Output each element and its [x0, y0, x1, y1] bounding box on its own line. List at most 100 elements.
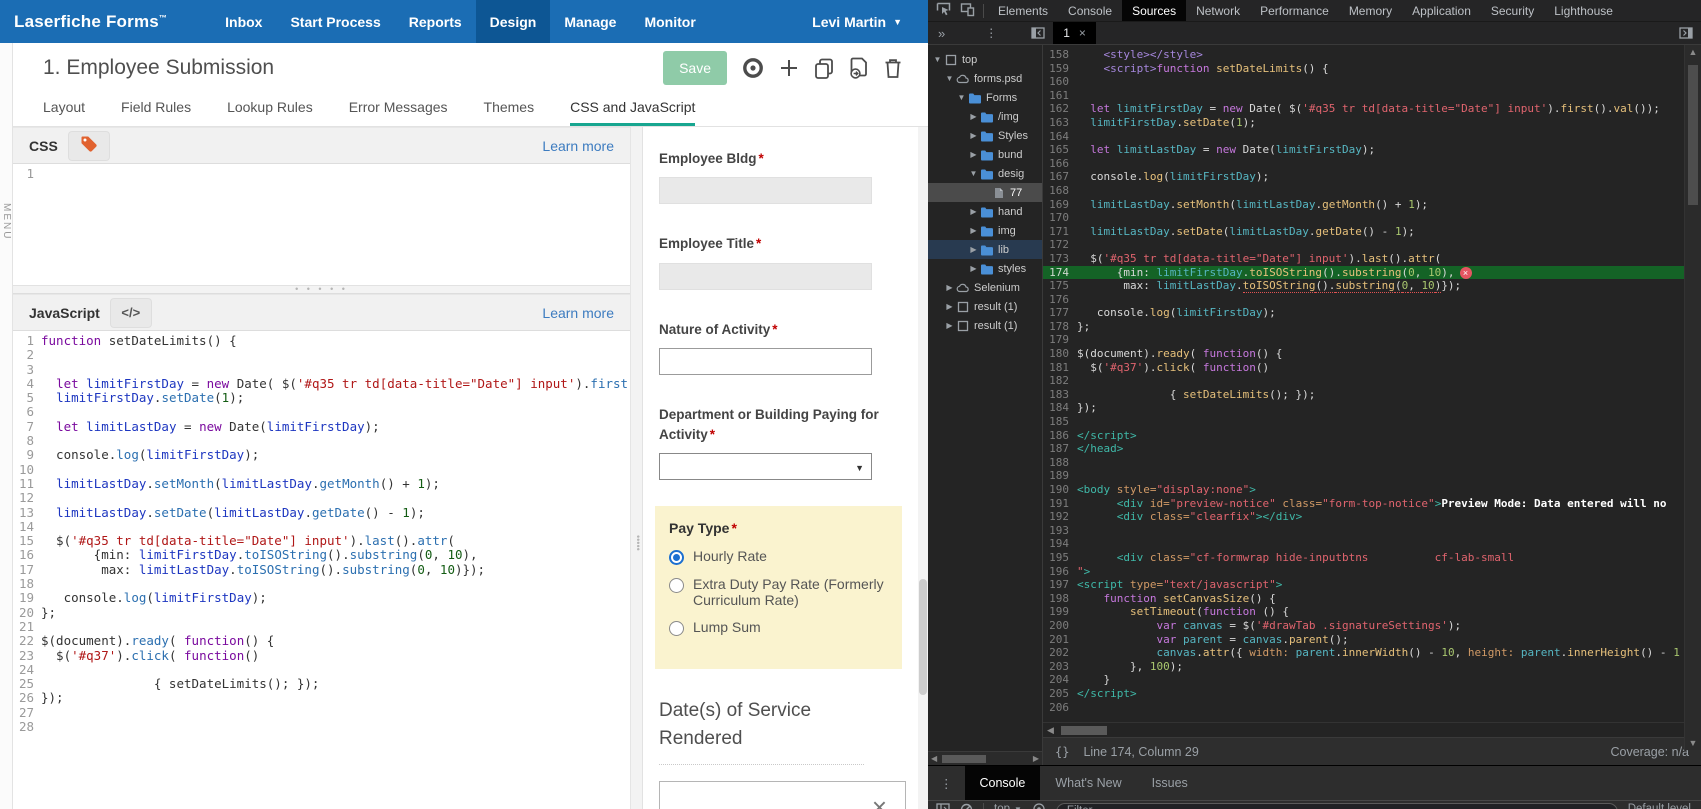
tree-item-result-1[interactable]: ▶ result (1) [928, 316, 1042, 335]
code-line-177[interactable]: 177 console.log(limitFirstDay); [1043, 306, 1701, 320]
disclosure-closed-icon[interactable]: ▶ [968, 150, 979, 159]
code-line-205[interactable]: 205 </script> [1043, 687, 1701, 701]
radio-icon[interactable] [669, 578, 684, 594]
code-line-179[interactable]: 179 [1043, 333, 1701, 347]
tree-item-forms-psd[interactable]: ▼ forms.psd [928, 69, 1042, 88]
tab-themes[interactable]: Themes [484, 93, 535, 126]
code-line-11[interactable]: 11 limitLastDay.setMonth(limitLastDay.ge… [13, 476, 630, 491]
add-button[interactable] [779, 58, 799, 78]
code-line-166[interactable]: 166 [1043, 157, 1701, 171]
tree-item-img[interactable]: ▶ img [928, 221, 1042, 240]
code-line-183[interactable]: 183 { setDateLimits(); }); [1043, 388, 1701, 402]
clear-console-icon[interactable] [960, 803, 973, 809]
code-line-5[interactable]: 5 limitFirstDay.setDate(1); [13, 390, 630, 405]
pay-type-option-lump-sum[interactable]: Lump Sum [669, 619, 889, 637]
scroll-up-icon[interactable]: ▲ [1685, 47, 1701, 57]
code-line-202[interactable]: 202 canvas.attr({ width: parent.innerWid… [1043, 646, 1701, 660]
code-line-8[interactable]: 8 [13, 433, 630, 448]
code-line-206[interactable]: 206 [1043, 701, 1701, 715]
disclosure-closed-icon[interactable]: ▶ [968, 264, 979, 273]
nav-item-design[interactable]: Design [475, 0, 551, 43]
code-line-203[interactable]: 203 }, 100); [1043, 660, 1701, 674]
code-line-21[interactable]: 21 [13, 619, 630, 634]
file-tab-1[interactable]: 1 × [1053, 22, 1096, 44]
code-line-191[interactable]: 191 <div id="preview-notice" class="form… [1043, 497, 1701, 511]
tree-item-styles[interactable]: ▶ Styles [928, 126, 1042, 145]
code-line-192[interactable]: 192 <div class="clearfix"></div> [1043, 510, 1701, 524]
code-line-187[interactable]: 187 </head> [1043, 442, 1701, 456]
tree-item-desig[interactable]: ▼ desig [928, 164, 1042, 183]
user-menu[interactable]: Levi Martin ▼ [812, 0, 928, 43]
radio-icon[interactable] [669, 550, 684, 566]
code-line-12[interactable]: 12 [13, 490, 630, 505]
app-logo[interactable]: Laserfiche Forms™ [0, 0, 167, 43]
devtools-tab-memory[interactable]: Memory [1339, 0, 1402, 21]
js-code-button[interactable]: </> [109, 297, 152, 328]
code-line-1[interactable]: 1 function setDateLimits() { [13, 333, 630, 348]
code-line-7[interactable]: 7 let limitLastDay = new Date(limitFirst… [13, 419, 630, 434]
code-line-4[interactable]: 4 let limitFirstDay = new Date( $('#q35 … [13, 376, 630, 391]
code-line-189[interactable]: 189 [1043, 469, 1701, 483]
css-tag-button[interactable] [67, 130, 110, 161]
code-line-160[interactable]: 160 [1043, 75, 1701, 89]
tree-item-lib[interactable]: ▶ lib [928, 240, 1042, 259]
code-line-19[interactable]: 19 console.log(limitFirstDay); [13, 591, 630, 606]
tab-field-rules[interactable]: Field Rules [121, 93, 191, 126]
code-line-169[interactable]: 169 limitLastDay.setMonth(limitLastDay.g… [1043, 198, 1701, 212]
console-context-selector[interactable]: top ▼ [994, 803, 1022, 809]
code-line-175[interactable]: 175 max: limitLastDay.toISOString().subs… [1043, 279, 1701, 293]
code-line-15[interactable]: 15 $('#q35 tr td[data-title="Date"] inpu… [13, 533, 630, 548]
code-line-23[interactable]: 23 $('#q37').click( function() [13, 648, 630, 663]
disclosure-closed-icon[interactable]: ▶ [944, 321, 955, 330]
code-line-190[interactable]: 190 <body style="display:none"> [1043, 483, 1701, 497]
tree-item-top[interactable]: ▼ top [928, 50, 1042, 69]
code-line-28[interactable]: 28 [13, 719, 630, 734]
device-toolbar-icon[interactable] [960, 2, 975, 20]
scroll-left-icon[interactable]: ◀ [928, 754, 940, 763]
pay-type-option-hourly-rate[interactable]: Hourly Rate [669, 548, 889, 566]
drawer-overflow-icon[interactable]: ⋮ [928, 766, 965, 800]
code-line-163[interactable]: 163 limitFirstDay.setDate(1); [1043, 116, 1701, 130]
nav-item-inbox[interactable]: Inbox [211, 0, 276, 43]
code-line-22[interactable]: 22 $(document).ready( function() { [13, 633, 630, 648]
code-line-17[interactable]: 17 max: limitLastDay.toISOString().subst… [13, 562, 630, 577]
tree-item-styles[interactable]: ▶ styles [928, 259, 1042, 278]
disclosure-closed-icon[interactable]: ▶ [968, 245, 979, 254]
code-line-167[interactable]: 167 console.log(limitFirstDay); [1043, 170, 1701, 184]
nav-item-manage[interactable]: Manage [550, 0, 630, 43]
js-learn-more-link[interactable]: Learn more [542, 305, 614, 321]
code-line-182[interactable]: 182 [1043, 374, 1701, 388]
code-line-14[interactable]: 14 [13, 519, 630, 534]
code-line-168[interactable]: 168 [1043, 184, 1701, 198]
disclosure-open-icon[interactable]: ▼ [944, 74, 955, 83]
code-line-185[interactable]: 185 [1043, 415, 1701, 429]
drawer-tab-what-s-new[interactable]: What's New [1040, 766, 1136, 800]
scrollbar-thumb[interactable] [1060, 725, 1107, 735]
scroll-left-icon[interactable]: ◀ [1043, 725, 1058, 736]
code-line-16[interactable]: 16 {min: limitFirstDay.toISOString().sub… [13, 548, 630, 563]
save-button[interactable]: Save [663, 51, 727, 85]
code-line-180[interactable]: 180 $(document).ready( function() { [1043, 347, 1701, 361]
export-doc-button[interactable] [849, 57, 869, 79]
tree-item-77[interactable]: 77 [928, 183, 1042, 202]
scrollbar-thumb[interactable] [1688, 65, 1698, 205]
code-line-2[interactable]: 2 [13, 347, 630, 362]
tree-item-bund[interactable]: ▶ bund [928, 145, 1042, 164]
tree-item-selenium[interactable]: ▶ Selenium [928, 278, 1042, 297]
code-line-6[interactable]: 6 [13, 405, 630, 420]
close-icon[interactable]: × [1079, 26, 1086, 40]
close-icon[interactable]: × [872, 794, 887, 809]
code-line-162[interactable]: 162 let limitFirstDay = new Date( $('#q3… [1043, 102, 1701, 116]
editor-v-scrollbar[interactable]: ▲ ▼ [1684, 45, 1701, 750]
console-levels-selector[interactable]: Default level [1628, 803, 1691, 809]
code-line-159[interactable]: 159 <script>function setDateLimits() { [1043, 62, 1701, 76]
code-line-195[interactable]: 195 <div class="cf-formwrap hide-inputbt… [1043, 551, 1701, 565]
console-filter-input[interactable]: Filter [1055, 803, 1618, 809]
copy-button[interactable] [814, 58, 834, 79]
code-line-197[interactable]: 197 <script type="text/javascript"> [1043, 578, 1701, 592]
drawer-tab-console[interactable]: Console [964, 766, 1041, 800]
employee-title-field[interactable] [659, 262, 872, 290]
code-line-1[interactable]: 1 [13, 166, 630, 181]
console-sidebar-icon[interactable] [936, 803, 950, 809]
code-line-173[interactable]: 173 $('#q35 tr td[data-title="Date"] inp… [1043, 252, 1701, 266]
